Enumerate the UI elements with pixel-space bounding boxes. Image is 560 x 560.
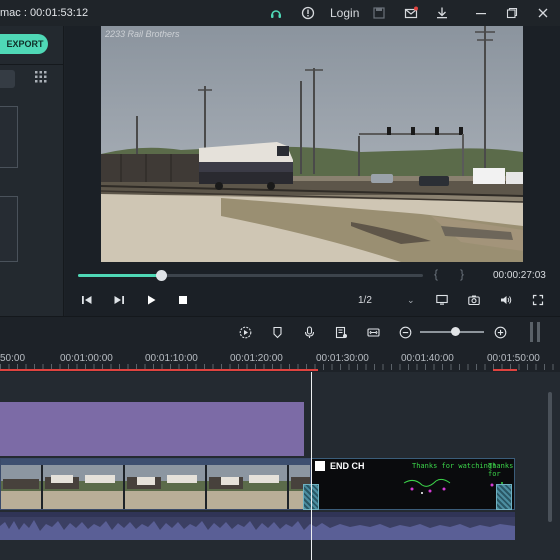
microphone-icon[interactable] bbox=[301, 324, 317, 340]
render-preview-icon[interactable] bbox=[237, 324, 253, 340]
fullscreen-icon[interactable] bbox=[530, 292, 546, 308]
close-icon[interactable] bbox=[534, 4, 552, 22]
mark-in-button[interactable]: { bbox=[434, 267, 438, 281]
window-title: mac : 00:01:53:12 bbox=[0, 7, 89, 19]
support-icon[interactable] bbox=[267, 4, 285, 22]
ruler-label: 00:01:30:00 bbox=[316, 353, 369, 364]
end-card-graphics bbox=[403, 478, 503, 494]
grid-view-icon[interactable] bbox=[35, 71, 47, 83]
zoom-in-icon[interactable] bbox=[492, 324, 508, 340]
voiceover-icon[interactable] bbox=[333, 324, 349, 340]
video-preview[interactable]: 2233 Rail Brothers bbox=[101, 26, 523, 262]
panel-tab[interactable] bbox=[0, 70, 15, 88]
ruler-label: 00:01:40:00 bbox=[401, 353, 454, 364]
zoom-slider-handle[interactable] bbox=[451, 327, 461, 336]
snap-icon[interactable] bbox=[365, 324, 381, 340]
volume-icon[interactable] bbox=[498, 292, 514, 308]
previous-frame-icon[interactable] bbox=[79, 292, 95, 308]
export-button[interactable]: EXPORT bbox=[0, 34, 48, 54]
clip-filmstrip bbox=[1, 459, 310, 509]
mail-icon[interactable] bbox=[402, 4, 420, 22]
audio-waveform bbox=[0, 512, 515, 540]
audio-track[interactable] bbox=[0, 512, 515, 540]
render-bar bbox=[493, 369, 517, 371]
scrubber-progress bbox=[78, 274, 161, 277]
render-bar bbox=[0, 369, 318, 371]
end-card-clip[interactable]: END CH Thanks for watching! Thanks for bbox=[311, 458, 515, 510]
transition-marker[interactable] bbox=[496, 484, 512, 510]
ruler-label: 50:00 bbox=[0, 353, 26, 364]
timeline-toolbar bbox=[0, 316, 560, 346]
render-quality-select[interactable]: 1/2 bbox=[358, 295, 372, 306]
panel-resize-handle[interactable] bbox=[530, 322, 540, 342]
video-watermark: 2233 Rail Brothers bbox=[105, 29, 180, 39]
minimize-icon[interactable] bbox=[472, 4, 490, 22]
timeline-ruler[interactable]: 50:00 00:01:00:00 00:01:10:00 00:01:20:0… bbox=[0, 346, 560, 372]
info-icon[interactable] bbox=[299, 4, 317, 22]
video-frame bbox=[101, 26, 523, 262]
title-bar: mac : 00:01:53:12 Login bbox=[0, 0, 560, 26]
current-timecode: 00:00:27:03 bbox=[493, 270, 546, 281]
panel-divider bbox=[0, 64, 64, 65]
mark-out-button[interactable]: } bbox=[460, 267, 464, 281]
zoom-slider[interactable] bbox=[420, 327, 484, 336]
ruler-label: 00:01:20:00 bbox=[230, 353, 283, 364]
video-clip[interactable] bbox=[0, 458, 311, 510]
timeline-tracks: END CH Thanks for watching! Thanks for bbox=[0, 372, 560, 560]
scrubber-handle[interactable] bbox=[155, 270, 167, 281]
chevron-down-icon[interactable]: ⌄ bbox=[407, 295, 415, 306]
playhead[interactable] bbox=[311, 372, 312, 560]
save-icon[interactable] bbox=[370, 4, 388, 22]
left-panel: EXPORT bbox=[0, 26, 64, 316]
download-icon[interactable] bbox=[433, 4, 451, 22]
playback-scrubber[interactable] bbox=[78, 270, 423, 281]
restore-icon[interactable] bbox=[503, 4, 521, 22]
next-frame-icon[interactable] bbox=[111, 292, 127, 308]
snapshot-icon[interactable] bbox=[466, 292, 482, 308]
media-thumbnail[interactable] bbox=[0, 106, 18, 168]
preview-panel: 2233 Rail Brothers { } 00:00:27:03 1/2 ⌄ bbox=[65, 26, 560, 316]
marker-icon[interactable] bbox=[269, 324, 285, 340]
ruler-label: 00:01:50:00 bbox=[487, 353, 540, 364]
vertical-scrollbar[interactable] bbox=[548, 392, 552, 522]
media-thumbnail[interactable] bbox=[0, 196, 18, 262]
ruler-label: 00:01:00:00 bbox=[60, 353, 113, 364]
stop-icon[interactable] bbox=[175, 292, 191, 308]
overlay-clip[interactable] bbox=[0, 402, 304, 456]
display-icon[interactable] bbox=[434, 292, 450, 308]
zoom-out-icon[interactable] bbox=[397, 324, 413, 340]
login-link[interactable]: Login bbox=[330, 6, 359, 20]
ruler-label: 00:01:10:00 bbox=[145, 353, 198, 364]
play-icon[interactable] bbox=[143, 292, 159, 308]
